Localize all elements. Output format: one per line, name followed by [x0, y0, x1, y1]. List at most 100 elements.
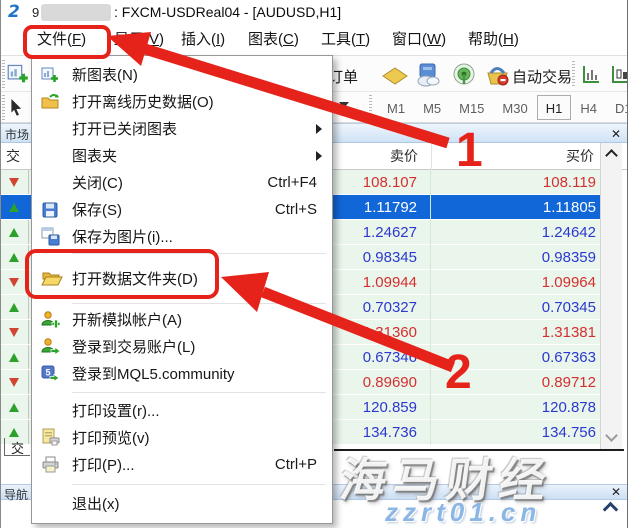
menu-item-label: 打开已关闭图表: [72, 118, 316, 139]
account-plus-icon: [32, 310, 72, 329]
menu-separator: [32, 478, 332, 490]
menu-item-label: 保存为图片(i)...: [72, 226, 332, 247]
menu-item-exit[interactable]: 退出(x): [32, 490, 332, 517]
svg-text:5: 5: [45, 368, 50, 378]
buy-price: 108.119: [431, 170, 598, 195]
trend-arrow-icon: [1, 220, 29, 244]
market-watch-title: 市场: [5, 126, 29, 143]
menu-item-label: 新图表(N): [72, 64, 332, 85]
signals-icon[interactable]: [452, 62, 477, 92]
menu-item-open-data-folder[interactable]: 打开数据文件夹(D): [32, 256, 332, 300]
toolbar-drag-handle[interactable]: [2, 60, 5, 88]
buy-price: 0.98359: [431, 245, 598, 270]
menu-separator: [32, 387, 332, 397]
menu-item-print-setup[interactable]: 打印设置(r)...: [32, 397, 332, 424]
open-data-folder-icon: [32, 269, 72, 288]
menu-item-open-deleted[interactable]: 打开已关闭图表: [32, 115, 332, 142]
menu-item-print[interactable]: 打印(P)... Ctrl+P: [32, 451, 332, 478]
trend-arrow-icon: [1, 170, 29, 194]
timeframe-m1[interactable]: M1: [378, 95, 414, 120]
menu-item-save[interactable]: 保存(S) Ctrl+S: [32, 196, 332, 223]
autotrading-icon[interactable]: [485, 63, 510, 92]
virtual-hosting-icon[interactable]: [415, 62, 441, 93]
trend-arrow-icon: [1, 345, 29, 369]
menu-item-save-as-picture[interactable]: 保存为图片(i)...: [32, 223, 332, 250]
menu-shortcut: Ctrl+P: [275, 456, 317, 473]
buy-price: 1.31381: [431, 320, 598, 345]
timeframe-m5[interactable]: M5: [414, 95, 450, 120]
timeframe-d1[interactable]: D1: [606, 95, 628, 120]
sell-price: 1.31360: [334, 320, 431, 345]
toolbar-drag-handle[interactable]: [2, 95, 5, 120]
close-icon[interactable]: ✕: [609, 485, 623, 499]
save-picture-icon: [32, 227, 72, 246]
toolbar-drag-handle[interactable]: [369, 95, 372, 120]
menubar-item-tools[interactable]: 工具(T): [321, 25, 370, 55]
trend-arrow-icon: [1, 270, 29, 294]
menu-bar: 文件(F) 显示(V) 插入(I) 图表(C) 工具(T) 窗口(W) 帮助(H…: [1, 25, 628, 55]
menu-item-profiles[interactable]: 图表夹: [32, 142, 332, 169]
scroll-up-icon[interactable]: [603, 502, 619, 518]
menu-item-label: 登录到交易账户(L): [72, 336, 332, 357]
trend-arrow-icon: [1, 395, 29, 419]
buy-price: 0.70345: [431, 295, 598, 320]
scroll-down-icon[interactable]: [605, 429, 618, 442]
new-chart-toolbar-icon[interactable]: [7, 63, 29, 90]
sell-price: 0.98345: [334, 245, 431, 270]
timeframe-m15[interactable]: M15: [450, 95, 493, 120]
buy-price: 1.24642: [431, 220, 598, 245]
menu-item-label: 打开离线历史数据(O): [72, 91, 332, 112]
scroll-up-icon[interactable]: [605, 149, 618, 162]
market-watch-tab[interactable]: 交: [4, 438, 30, 456]
sell-price: 0.89690: [334, 370, 431, 395]
menu-item-login-trade-account[interactable]: 登录到交易账户(L): [32, 333, 332, 360]
watermark-url: zzrt01.cn: [385, 497, 541, 528]
autotrading-button[interactable]: 自动交易: [512, 66, 572, 87]
menubar-item-file[interactable]: 文件(F): [37, 25, 86, 55]
sell-price: 1.11792: [334, 195, 431, 220]
menu-item-new-chart[interactable]: 新图表(N): [32, 61, 332, 88]
menubar-item-help[interactable]: 帮助(H): [468, 25, 519, 55]
menu-item-login-mql5[interactable]: 5 登录到MQL5.community: [32, 360, 332, 387]
menubar-item-insert[interactable]: 插入(I): [181, 25, 225, 55]
sell-price: 1.09944: [334, 270, 431, 295]
menubar-item-view[interactable]: 显示(V): [114, 25, 164, 55]
cursor-tool-icon[interactable]: [9, 97, 27, 122]
yellow-diamond-icon[interactable]: [382, 67, 408, 90]
menu-item-print-preview[interactable]: 打印预览(v): [32, 424, 332, 451]
buy-price: 0.89712: [431, 370, 598, 395]
menu-shortcut: Ctrl+F4: [267, 174, 317, 191]
column-header-buy[interactable]: 买价: [431, 143, 594, 170]
menu-item-label: 图表夹: [72, 145, 316, 166]
menu-item-close[interactable]: 关闭(C) Ctrl+F4: [32, 169, 332, 196]
new-chart-icon: [32, 66, 72, 84]
column-header-symbol[interactable]: 交: [6, 143, 20, 170]
menubar-item-charts[interactable]: 图表(C): [248, 25, 299, 55]
metatrader-logo-icon: 2: [8, 2, 20, 22]
menu-item-open-demo-account[interactable]: 开新模拟帐户(A): [32, 306, 332, 333]
candlestick-chart-type-icon[interactable]: [609, 64, 628, 91]
buy-price: 134.756: [431, 420, 598, 445]
save-floppy-icon: [32, 201, 72, 219]
menu-item-label: 打开数据文件夹(D): [72, 268, 332, 289]
menubar-item-window[interactable]: 窗口(W): [392, 25, 446, 55]
title-bar: 2 9 : FXCM-USDReal04 - [AUDUSD,H1]: [1, 0, 628, 25]
timeframe-h4[interactable]: H4: [571, 95, 606, 120]
timeframe-m30[interactable]: M30: [493, 95, 536, 120]
buy-price: 1.11805: [431, 195, 598, 220]
menu-item-label: 保存(S): [72, 199, 275, 220]
indicator-dropdown-arrow[interactable]: [339, 102, 349, 108]
censored-account-blob: [41, 4, 111, 21]
submenu-arrow-icon: [316, 151, 322, 161]
sell-price: 120.859: [334, 395, 431, 420]
timeframe-h1[interactable]: H1: [537, 95, 572, 120]
bar-chart-type-icon[interactable]: [580, 64, 602, 91]
close-icon[interactable]: ✕: [609, 127, 623, 141]
buy-price: 0.67363: [431, 345, 598, 370]
column-header-sell[interactable]: 卖价: [334, 143, 418, 170]
menu-item-open-offline[interactable]: 打开离线历史数据(O): [32, 88, 332, 115]
scrollbar[interactable]: [600, 143, 622, 450]
window-title: : FXCM-USDReal04 - [AUDUSD,H1]: [114, 4, 341, 20]
menu-item-label: 退出(x): [72, 493, 332, 514]
toolbar-drag-handle[interactable]: [572, 61, 575, 88]
